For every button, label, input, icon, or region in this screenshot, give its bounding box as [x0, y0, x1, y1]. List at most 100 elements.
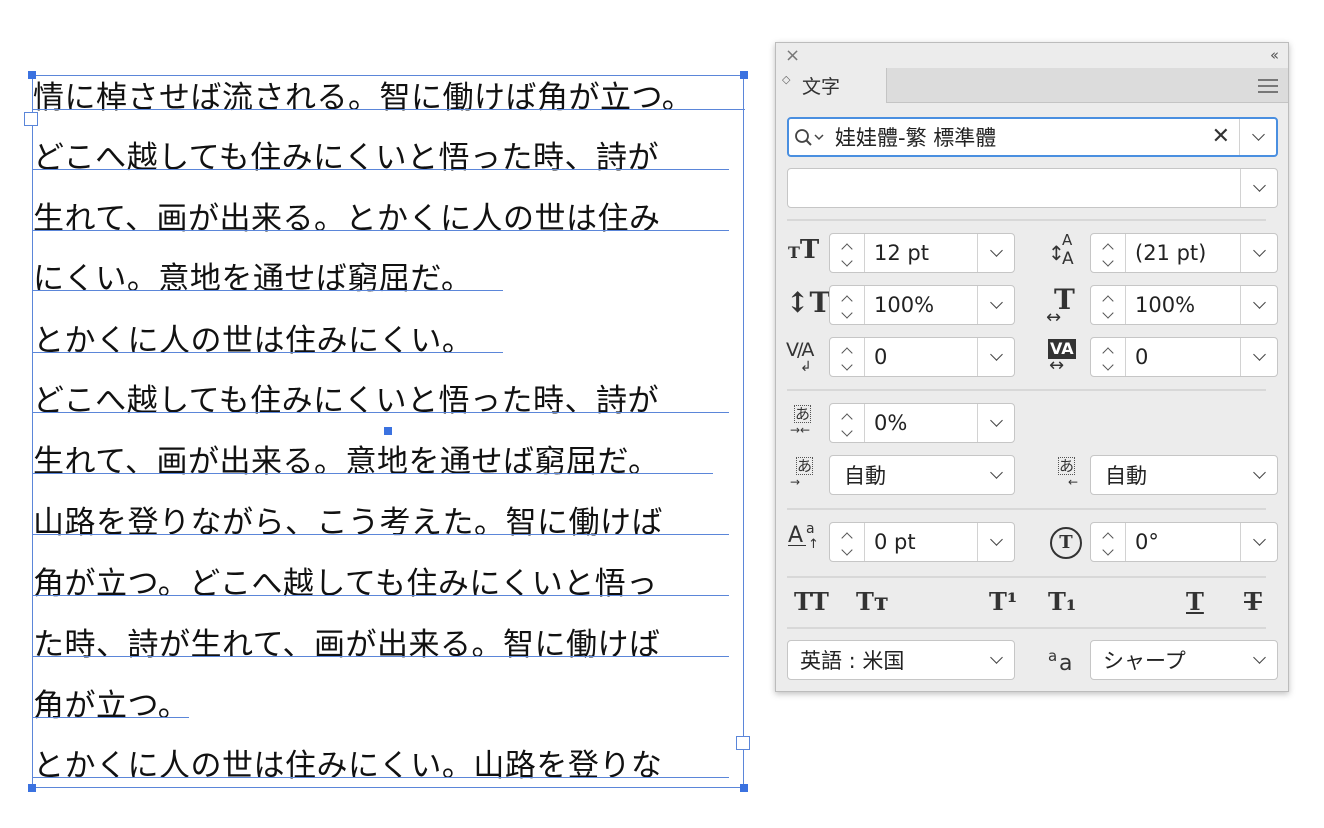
leading-stepper[interactable]	[1091, 234, 1126, 272]
font-size-icon: TT	[788, 235, 820, 265]
aki-left-field[interactable]: 自動	[829, 455, 1015, 495]
horizontal-scale-value: 100%	[1135, 293, 1196, 317]
font-family-value: 娃娃體-繁 標準體	[835, 126, 997, 150]
baseline-shift-dropdown[interactable]	[977, 523, 1014, 561]
underline-button[interactable]: T	[1186, 587, 1204, 616]
text-line[interactable]: た時、詩が生れて、画が出来る。智に働けば	[33, 625, 661, 665]
chevron-down-icon	[1252, 651, 1266, 664]
font-style-field[interactable]	[787, 168, 1278, 208]
collapse-icon[interactable]: ‹‹	[1270, 46, 1279, 64]
divider	[787, 389, 1266, 391]
divider	[787, 508, 1266, 510]
baseline	[33, 169, 729, 170]
tsume-stepper[interactable]	[830, 404, 865, 442]
baseline-shift-stepper[interactable]	[830, 523, 865, 561]
tracking-dropdown[interactable]	[1240, 338, 1277, 376]
aki-left-dropdown[interactable]	[978, 456, 1014, 494]
language-value: 英語 : 米国	[800, 649, 905, 673]
aki-right-field[interactable]: 自動	[1090, 455, 1278, 495]
superscript-button[interactable]: T¹	[989, 587, 1017, 616]
kerning-dropdown[interactable]	[977, 338, 1014, 376]
center-point[interactable]	[384, 427, 392, 435]
tracking-field[interactable]: 0	[1090, 337, 1278, 377]
anti-alias-dropdown[interactable]	[1241, 641, 1277, 679]
resize-handle-bottom-left[interactable]	[28, 784, 36, 792]
text-line[interactable]: 情に棹させば流される。智に働けば角が立つ。	[33, 78, 693, 118]
out-port[interactable]	[736, 736, 750, 750]
rotation-dropdown[interactable]	[1240, 523, 1277, 561]
text-line[interactable]: どこへ越しても住みにくいと悟った時、詩が	[33, 381, 659, 421]
tsume-dropdown[interactable]	[977, 404, 1014, 442]
text-line[interactable]: にくい。意地を通せば窮屈だ。	[33, 259, 472, 299]
rotation-field[interactable]: 0°	[1090, 522, 1278, 562]
horizontal-scale-field[interactable]: 100%	[1090, 285, 1278, 325]
text-line[interactable]: 生れて、画が出来る。とかくに人の世は住み	[33, 199, 661, 239]
kerning-value: 0	[874, 345, 888, 369]
baseline	[33, 230, 729, 231]
font-size-field[interactable]: 12 pt	[829, 233, 1015, 273]
close-icon[interactable]: ×	[785, 45, 800, 66]
tracking-value: 0	[1135, 345, 1149, 369]
chevron-down-icon	[1252, 348, 1266, 361]
text-line[interactable]: 生れて、画が出来る。意地を通せば窮屈だ。	[33, 442, 660, 482]
vertical-scale-dropdown[interactable]	[977, 286, 1014, 324]
vertical-scale-stepper[interactable]	[830, 286, 865, 324]
tracking-stepper[interactable]	[1091, 338, 1126, 376]
font-family-dropdown[interactable]	[1239, 119, 1276, 155]
chevron-up-icon	[841, 242, 853, 255]
chevron-down-icon	[1252, 179, 1266, 192]
baseline	[33, 656, 729, 657]
kerning-stepper[interactable]	[830, 338, 865, 376]
text-line[interactable]: 山路を登りながら、こう考えた。智に働けば	[33, 503, 663, 543]
vertical-scale-field[interactable]: 100%	[829, 285, 1015, 325]
text-line[interactable]: とかくに人の世は住みにくい。	[33, 321, 473, 361]
chevron-down-icon	[1102, 306, 1114, 319]
anti-alias-field[interactable]: シャープ	[1090, 640, 1278, 680]
text-line[interactable]: 角が立つ。どこへ越しても住みにくいと悟っ	[33, 564, 658, 604]
text-line[interactable]: どこへ越しても住みにくいと悟った時、詩が	[33, 138, 659, 178]
tsume-field[interactable]: 0%	[829, 403, 1015, 443]
resize-handle-bottom-right[interactable]	[740, 784, 748, 792]
strikethrough-button[interactable]: T	[1244, 587, 1262, 616]
aki-right-dropdown[interactable]	[1241, 456, 1277, 494]
text-line[interactable]: とかくに人の世は住みにくい。山路を登りな	[33, 746, 662, 786]
chevron-down-icon	[841, 543, 853, 556]
clear-icon[interactable]: ✕	[1212, 124, 1230, 149]
resize-handle-top-left[interactable]	[28, 71, 36, 79]
tab-strip	[886, 68, 1288, 103]
baseline	[33, 595, 729, 596]
baseline-shift-field[interactable]: 0 pt	[829, 522, 1015, 562]
font-style-dropdown[interactable]	[1240, 169, 1277, 207]
font-size-stepper[interactable]	[830, 234, 865, 272]
font-size-dropdown[interactable]	[977, 234, 1014, 272]
leading-dropdown[interactable]	[1240, 234, 1277, 272]
tab-label: 文字	[802, 76, 841, 98]
horizontal-scale-stepper[interactable]	[1091, 286, 1126, 324]
font-family-field[interactable]: 娃娃體-繁 標準體 ✕	[787, 117, 1278, 157]
rotation-value: 0°	[1135, 530, 1159, 554]
kerning-field[interactable]: 0	[829, 337, 1015, 377]
baseline-shift-icon: A a ↑	[788, 521, 819, 552]
kerning-icon: V/A ↲	[786, 339, 814, 375]
small-caps-button[interactable]: Tт	[856, 587, 889, 616]
language-field[interactable]: 英語 : 米国	[787, 640, 1015, 680]
horizontal-scale-dropdown[interactable]	[1240, 286, 1277, 324]
chevron-down-icon	[989, 533, 1003, 546]
leading-icon: ↕ A A	[1048, 231, 1074, 269]
font-size-value: 12 pt	[874, 241, 929, 265]
chevron-down-icon	[989, 244, 1003, 257]
panel-menu-icon[interactable]	[1258, 79, 1278, 97]
chevron-down-icon	[841, 254, 853, 267]
divider	[787, 627, 1266, 629]
in-port[interactable]	[24, 112, 38, 126]
text-line[interactable]: 角が立つ。	[33, 686, 189, 726]
chevron-down-icon	[989, 414, 1003, 427]
aki-left-icon: あ →	[790, 457, 814, 489]
leading-field[interactable]: (21 pt)	[1090, 233, 1278, 273]
resize-handle-top-right[interactable]	[740, 71, 748, 79]
tab-character[interactable]: ◇ 文字	[776, 68, 887, 102]
all-caps-button[interactable]: TT	[794, 587, 829, 616]
rotation-stepper[interactable]	[1091, 523, 1126, 561]
language-dropdown[interactable]	[978, 641, 1014, 679]
subscript-button[interactable]: T₁	[1048, 587, 1076, 616]
